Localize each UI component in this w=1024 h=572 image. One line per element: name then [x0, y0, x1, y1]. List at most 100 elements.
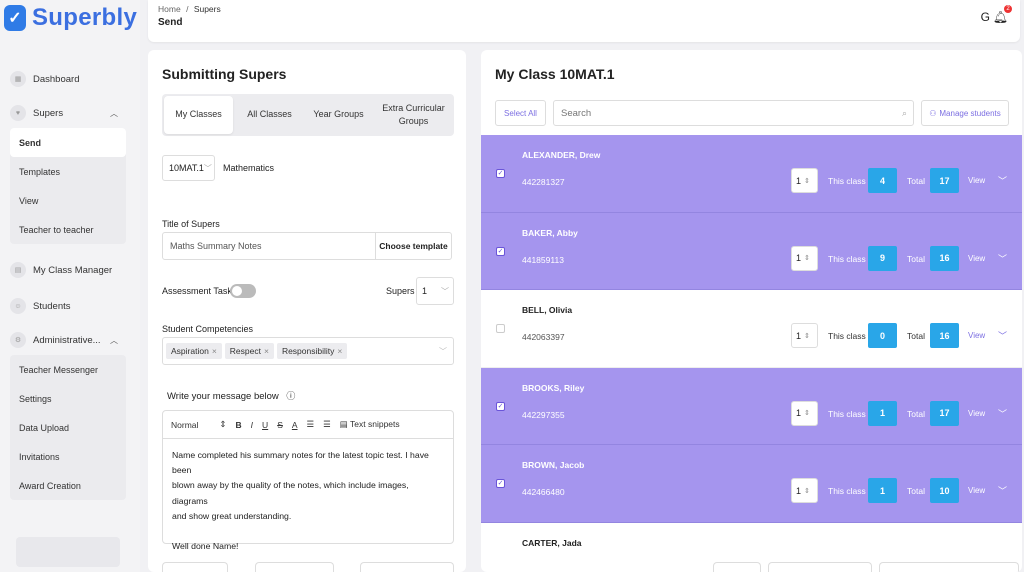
- chevron-down-icon: ⇕: [804, 255, 810, 262]
- footer-button[interactable]: [879, 562, 1019, 572]
- tab-my-classes[interactable]: My Classes: [164, 96, 233, 134]
- student-checkbox[interactable]: ✓: [496, 401, 505, 411]
- logo-check-icon: ✓: [4, 5, 26, 31]
- view-link[interactable]: View: [968, 176, 985, 185]
- close-icon[interactable]: ×: [212, 346, 217, 356]
- search-input[interactable]: [561, 107, 881, 119]
- student-name: BELL, Olivia: [522, 305, 573, 315]
- sidebar-item-invitations[interactable]: Invitations: [10, 442, 126, 471]
- manage-students-button[interactable]: ⚇ Manage students: [921, 100, 1009, 126]
- supers-qty-select[interactable]: 1 ⇕: [791, 478, 818, 503]
- supers-count-label: Supers: [386, 286, 415, 296]
- tab-extra-curricular[interactable]: Extra Curricular Groups: [373, 94, 454, 136]
- info-icon[interactable]: ⓘ: [286, 391, 295, 401]
- strikethrough-icon[interactable]: S: [277, 420, 283, 430]
- qty-value: 1: [796, 485, 802, 496]
- student-row[interactable]: ✓ ALEXANDER, Drew 442281327 1 ⇕ This clas…: [481, 135, 1022, 213]
- format-select[interactable]: Normal: [171, 420, 198, 430]
- tab-all-classes[interactable]: All Classes: [235, 94, 304, 136]
- bullet-list-icon[interactable]: ☰: [323, 419, 331, 430]
- student-checkbox[interactable]: ✓: [496, 479, 505, 488]
- student-checkbox[interactable]: ✓: [496, 246, 505, 256]
- class-select[interactable]: 10MAT.1 ﹀: [162, 155, 215, 181]
- italic-icon[interactable]: I: [251, 420, 253, 430]
- logo[interactable]: ✓ Superbly: [4, 4, 137, 32]
- chevron-down-icon[interactable]: ﹀: [998, 252, 1007, 265]
- chevron-down-icon[interactable]: ﹀: [998, 407, 1007, 420]
- student-row[interactable]: BELL, Olivia 442063397 1 ⇕ This class 0 T…: [481, 290, 1022, 368]
- sidebar-item-administrative[interactable]: ⚙ Administrative... ︿: [10, 327, 126, 353]
- supers-count-select[interactable]: 1 ﹀: [416, 277, 454, 305]
- tab-year-groups[interactable]: Year Groups: [304, 94, 373, 136]
- competency-chip[interactable]: Responsibility ×: [276, 343, 348, 359]
- message-line: [172, 524, 444, 539]
- underline-icon[interactable]: U: [262, 420, 268, 430]
- this-class-label: This class: [828, 486, 866, 496]
- select-all-button[interactable]: Select All: [495, 100, 546, 126]
- sidebar-item-students[interactable]: ☺ Students: [10, 293, 126, 319]
- sidebar-footer: [16, 537, 120, 567]
- sidebar-item-dashboard[interactable]: ▦ Dashboard: [10, 66, 126, 92]
- competencies-select[interactable]: Aspiration × Respect × Responsibility × ﹀: [162, 337, 454, 365]
- footer-button[interactable]: [255, 562, 334, 572]
- text-color-icon[interactable]: A: [292, 420, 298, 430]
- chevron-down-icon[interactable]: ﹀: [998, 484, 1007, 497]
- dashboard-icon: ▦: [10, 71, 26, 87]
- footer-button[interactable]: [768, 562, 872, 572]
- view-link[interactable]: View: [968, 409, 985, 418]
- view-link[interactable]: View: [968, 254, 985, 263]
- choose-template-button[interactable]: Choose template: [375, 233, 451, 259]
- student-checkbox[interactable]: [496, 324, 505, 333]
- sidebar-item-teacher-to-teacher[interactable]: Teacher to teacher: [10, 215, 126, 244]
- close-icon[interactable]: ×: [337, 346, 342, 356]
- student-row[interactable]: ✓ BROOKS, Riley 442297355 1 ⇕ This class …: [481, 367, 1022, 445]
- title-field[interactable]: Maths Summary Notes Choose template: [162, 232, 452, 260]
- search-field[interactable]: ⌕: [553, 100, 914, 126]
- format-arrows-icon[interactable]: ⇕: [219, 419, 226, 430]
- footer-button[interactable]: [162, 562, 228, 572]
- view-link[interactable]: View: [968, 331, 985, 340]
- assessment-toggle[interactable]: [230, 284, 256, 298]
- supers-qty-select[interactable]: 1 ⇕: [791, 245, 818, 271]
- chevron-down-icon[interactable]: ﹀: [998, 329, 1007, 342]
- competency-chip[interactable]: Respect ×: [224, 343, 274, 359]
- supers-qty-select[interactable]: 1 ⇕: [791, 168, 818, 193]
- message-body[interactable]: Name completed his summary notes for the…: [163, 439, 453, 563]
- view-link[interactable]: View: [968, 486, 985, 495]
- footer-button[interactable]: [360, 562, 454, 572]
- student-row[interactable]: ✓ BROWN, Jacob 442466480 1 ⇕ This class 1…: [481, 445, 1022, 523]
- sidebar-item-award-creation[interactable]: Award Creation: [10, 471, 126, 500]
- google-icon[interactable]: G: [981, 10, 990, 24]
- qty-value: 1: [796, 330, 802, 341]
- close-icon[interactable]: ×: [264, 346, 269, 356]
- sidebar-item-templates[interactable]: Templates: [10, 157, 126, 186]
- sidebar-item-my-class-manager[interactable]: ▤ My Class Manager: [10, 257, 126, 283]
- this-class-count: 1: [868, 478, 897, 503]
- sidebar-item-supers[interactable]: ♥ Supers ︿: [10, 100, 126, 126]
- sidebar-item-settings[interactable]: Settings: [10, 384, 126, 413]
- footer-button[interactable]: [713, 562, 761, 572]
- student-checkbox[interactable]: ✓: [496, 169, 505, 178]
- chevron-down-icon: ⇕: [804, 332, 810, 340]
- sidebar-item-send[interactable]: Send: [10, 128, 126, 157]
- heart-icon: ♥: [10, 105, 26, 121]
- chip-label: Respect: [229, 346, 261, 356]
- breadcrumb-home[interactable]: Home: [158, 4, 181, 14]
- bold-icon[interactable]: B: [236, 420, 242, 430]
- sidebar-item-view[interactable]: View: [10, 186, 126, 215]
- chevron-up-icon: ︿: [110, 108, 118, 118]
- sidebar-item-data-upload[interactable]: Data Upload: [10, 413, 126, 442]
- total-count: 16: [930, 323, 959, 348]
- student-row[interactable]: ✓ BAKER, Abby 441859113 1 ⇕ This class 9 …: [481, 212, 1022, 290]
- ordered-list-icon[interactable]: ☰: [307, 419, 315, 430]
- chevron-down-icon[interactable]: ﹀: [998, 174, 1007, 187]
- competency-chip[interactable]: Aspiration ×: [166, 343, 222, 359]
- breadcrumb-separator: /: [186, 4, 189, 14]
- message-editor[interactable]: Normal ⇕ B I U S A ☰ ☰ ▤ Text snippets N…: [162, 410, 454, 551]
- supers-qty-select[interactable]: 1 ⇕: [791, 323, 818, 348]
- text-snippets-button[interactable]: ▤ Text snippets: [340, 419, 409, 430]
- sidebar-item-teacher-messenger[interactable]: Teacher Messenger: [10, 355, 126, 384]
- title-label: Title of Supers: [162, 219, 220, 229]
- supers-qty-select[interactable]: 1 ⇕: [791, 400, 818, 426]
- this-class-label: This class: [828, 331, 866, 341]
